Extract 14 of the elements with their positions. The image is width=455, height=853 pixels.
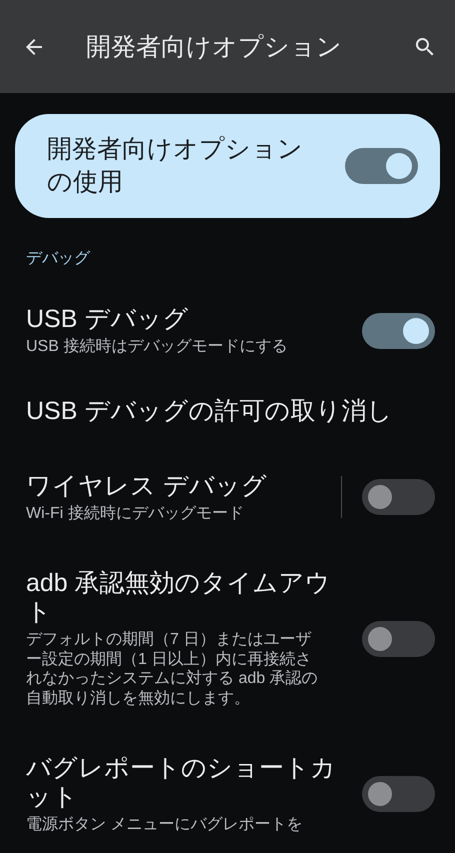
toggle-switch[interactable]	[362, 312, 435, 349]
toggle-switch[interactable]	[362, 620, 435, 656]
section-header: デバッグ	[25, 249, 92, 269]
settings-item[interactable]: adb 承認無効のタイムアウト デフォルトの期間（7 日）またはユーザー設定の期間（1 日以上）内に再接続されなかったシステムに対する adb 承認の自動取り消しを無効にします。	[0, 541, 455, 726]
page-title: 開発者向けオプション	[86, 32, 343, 63]
settings-item[interactable]: ワイヤレス デバッグ Wi-Fi 接続時にデバッグモード	[0, 444, 455, 541]
main-toggle-card[interactable]: 開発者向けオプションの使用	[15, 114, 440, 218]
toggle-switch[interactable]	[362, 776, 435, 812]
toggle-switch[interactable]	[345, 148, 418, 184]
toggle-switch[interactable]	[362, 479, 435, 516]
settings-item[interactable]: USB デバッグ USB 接続時はデバッグモードにする	[0, 269, 455, 372]
settings-item[interactable]: USB デバッグの許可の取り消し	[0, 372, 455, 444]
settings-item[interactable]: バグレポートのショートカット 電源ボタン メニューにバグレポートを	[0, 726, 455, 852]
main-toggle-label: 開発者向けオプションの使用	[47, 134, 304, 198]
